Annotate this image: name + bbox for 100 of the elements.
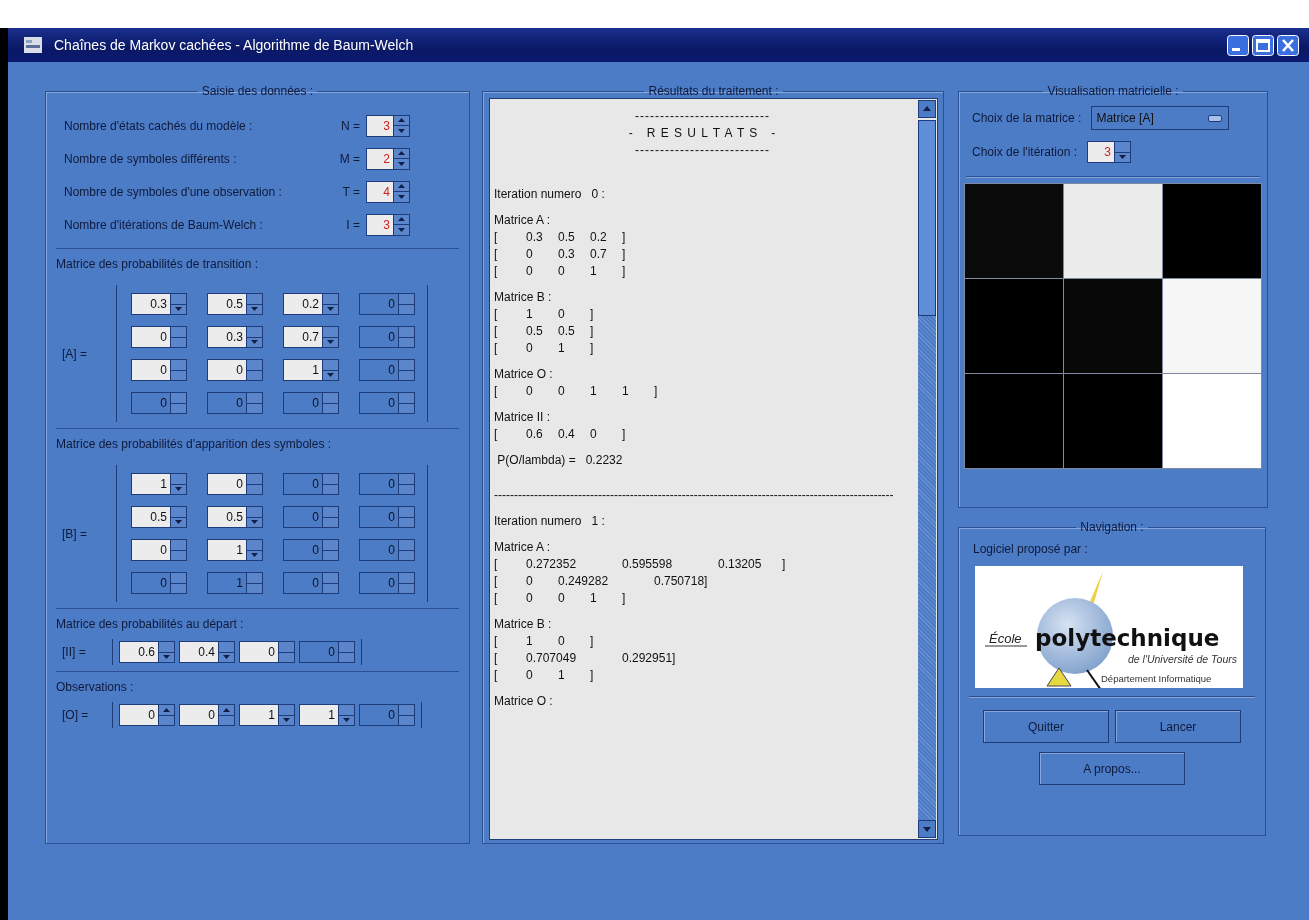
number-spinner[interactable]: 3	[366, 213, 410, 236]
number-spinner[interactable]: 0.2	[283, 293, 339, 315]
number-spinner[interactable]: 1	[299, 704, 355, 726]
scroll-up-icon[interactable]	[918, 100, 936, 118]
spin-down-button[interactable]	[247, 517, 262, 527]
down-arrow-icon[interactable]	[398, 194, 405, 199]
down-arrow-icon[interactable]	[251, 520, 258, 525]
number-spinner[interactable]: 1	[239, 704, 295, 726]
spin-down-button[interactable]	[219, 652, 234, 662]
spin-up-button[interactable]	[159, 705, 174, 716]
number-spinner[interactable]: 4	[366, 180, 410, 203]
spin-up-button[interactable]	[247, 327, 262, 338]
spin-up-button[interactable]	[247, 540, 262, 551]
matrix-dropdown[interactable]: Matrice [A]	[1091, 106, 1230, 130]
spin-down-button[interactable]	[171, 550, 186, 560]
spin-down-button[interactable]	[219, 715, 234, 725]
spin-down-button[interactable]	[279, 715, 294, 725]
number-spinner[interactable]: 0.5	[131, 506, 187, 528]
close-icon[interactable]	[1277, 34, 1299, 56]
spin-down-button[interactable]	[171, 370, 186, 380]
spin-down-button[interactable]	[247, 484, 262, 494]
spin-down-button[interactable]	[247, 304, 262, 314]
action-button[interactable]: Lancer	[1115, 710, 1241, 743]
down-arrow-icon[interactable]	[343, 718, 350, 723]
number-spinner[interactable]: 0	[239, 641, 295, 663]
action-button[interactable]: Quitter	[983, 710, 1109, 743]
down-arrow-icon[interactable]	[398, 161, 405, 166]
spin-down-button[interactable]	[394, 126, 409, 136]
spin-up-button[interactable]	[323, 360, 338, 371]
number-spinner[interactable]: 0.3	[131, 293, 187, 315]
down-arrow-icon[interactable]	[175, 520, 182, 525]
spin-down-button[interactable]	[159, 715, 174, 725]
spin-up-button[interactable]	[219, 705, 234, 716]
maximize-icon[interactable]	[1252, 34, 1274, 56]
spin-up-button[interactable]	[247, 474, 262, 485]
number-spinner[interactable]: 0.4	[179, 641, 235, 663]
down-arrow-icon[interactable]	[1119, 155, 1126, 160]
number-spinner[interactable]: 1	[283, 359, 339, 381]
spin-up-button[interactable]	[171, 540, 186, 551]
number-spinner[interactable]: 1	[131, 473, 187, 495]
up-arrow-icon[interactable]	[398, 184, 405, 189]
spin-up-button[interactable]	[247, 507, 262, 518]
spin-up-button[interactable]	[1115, 142, 1130, 153]
spin-up-button[interactable]	[247, 360, 262, 371]
spin-down-button[interactable]	[171, 484, 186, 494]
spin-down-button[interactable]	[394, 159, 409, 169]
number-spinner[interactable]: 0.6	[119, 641, 175, 663]
spin-up-button[interactable]	[171, 507, 186, 518]
spin-up-button[interactable]	[247, 294, 262, 305]
down-arrow-icon[interactable]	[327, 373, 334, 378]
spin-down-button[interactable]	[171, 517, 186, 527]
down-arrow-icon[interactable]	[223, 655, 230, 660]
down-arrow-icon[interactable]	[283, 718, 290, 723]
spin-down-button[interactable]	[323, 370, 338, 380]
up-arrow-icon[interactable]	[163, 707, 170, 712]
down-arrow-icon[interactable]	[251, 340, 258, 345]
spin-up-button[interactable]	[279, 705, 294, 716]
spin-up-button[interactable]	[323, 294, 338, 305]
spin-down-button[interactable]	[247, 550, 262, 560]
down-arrow-icon[interactable]	[327, 340, 334, 345]
spin-up-button[interactable]	[171, 327, 186, 338]
spin-up-button[interactable]	[339, 705, 354, 716]
down-arrow-icon[interactable]	[175, 487, 182, 492]
number-spinner[interactable]: 0	[119, 704, 175, 726]
up-arrow-icon[interactable]	[398, 151, 405, 156]
spin-down-button[interactable]	[171, 304, 186, 314]
spin-up-button[interactable]	[279, 642, 294, 653]
spin-up-button[interactable]	[323, 327, 338, 338]
spin-down-button[interactable]	[159, 652, 174, 662]
number-spinner[interactable]: 3	[1087, 141, 1131, 163]
spin-up-button[interactable]	[394, 214, 409, 225]
spin-up-button[interactable]	[171, 360, 186, 371]
up-arrow-icon[interactable]	[398, 217, 405, 222]
spin-up-button[interactable]	[394, 181, 409, 192]
number-spinner[interactable]: 3	[366, 114, 410, 137]
number-spinner[interactable]: 0.3	[207, 326, 263, 348]
number-spinner[interactable]: 2	[366, 147, 410, 170]
spin-down-button[interactable]	[323, 337, 338, 347]
number-spinner[interactable]: 1	[207, 539, 263, 561]
down-arrow-icon[interactable]	[163, 655, 170, 660]
number-spinner[interactable]: 0	[179, 704, 235, 726]
spin-down-button[interactable]	[171, 337, 186, 347]
spin-down-button[interactable]	[247, 337, 262, 347]
up-arrow-icon[interactable]	[223, 707, 230, 712]
about-button[interactable]: A propos...	[1039, 752, 1185, 785]
number-spinner[interactable]: 0.5	[207, 506, 263, 528]
down-arrow-icon[interactable]	[327, 307, 334, 312]
spin-up-button[interactable]	[159, 642, 174, 653]
up-arrow-icon[interactable]	[398, 118, 405, 123]
number-spinner[interactable]: 0	[207, 359, 263, 381]
down-arrow-icon[interactable]	[251, 307, 258, 312]
minimize-icon[interactable]	[1227, 34, 1249, 56]
spin-down-button[interactable]	[323, 304, 338, 314]
number-spinner[interactable]: 0	[131, 359, 187, 381]
spin-up-button[interactable]	[171, 474, 186, 485]
scroll-down-icon[interactable]	[918, 820, 936, 838]
number-spinner[interactable]: 0	[131, 539, 187, 561]
spin-down-button[interactable]	[394, 225, 409, 235]
spin-down-button[interactable]	[1115, 152, 1130, 162]
spin-up-button[interactable]	[219, 642, 234, 653]
